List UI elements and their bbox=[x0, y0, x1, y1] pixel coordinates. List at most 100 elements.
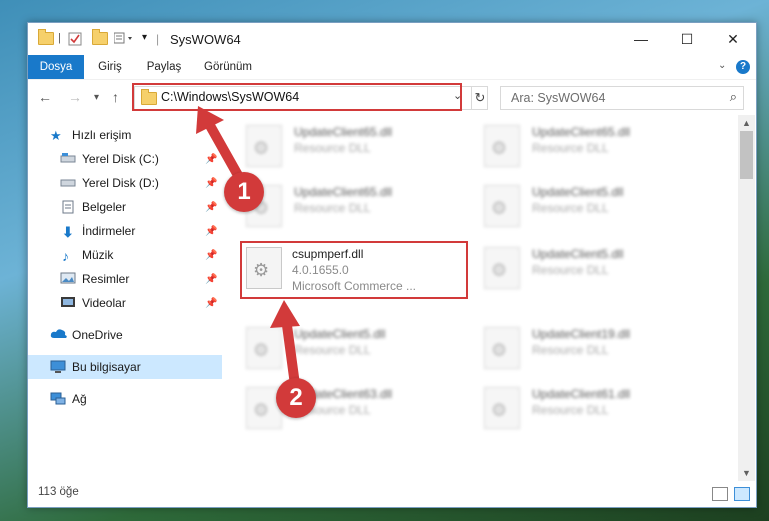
file-description: Resource DLL bbox=[532, 201, 609, 215]
scroll-down-arrow-icon[interactable]: ▼ bbox=[738, 465, 755, 481]
dll-file-icon bbox=[484, 185, 520, 227]
vertical-scrollbar[interactable]: ▲ ▼ bbox=[738, 115, 755, 481]
close-button[interactable]: ✕ bbox=[710, 23, 756, 55]
callout-2: 2 bbox=[276, 378, 316, 418]
scroll-up-arrow-icon[interactable]: ▲ bbox=[738, 115, 755, 131]
download-icon: ⬇ bbox=[62, 224, 74, 240]
drive-icon bbox=[60, 176, 76, 190]
item-count: 113 öğe bbox=[38, 486, 79, 498]
file-item-csupmperf[interactable]: csupmperf.dll 4.0.1655.0 Microsoft Comme… bbox=[240, 241, 468, 299]
file-version: 4.0.1655.0 bbox=[292, 263, 349, 277]
tab-home[interactable]: Giriş bbox=[90, 55, 130, 79]
network-icon bbox=[50, 392, 66, 406]
documents-icon bbox=[62, 200, 78, 214]
forward-button[interactable]: → bbox=[68, 89, 82, 105]
search-placeholder: Ara: SysWOW64 bbox=[511, 91, 606, 105]
pin-icon[interactable]: 📌 bbox=[205, 298, 217, 309]
sidebar-item-label: İndirmeler bbox=[82, 224, 136, 238]
sidebar-item-label: Resimler bbox=[82, 272, 130, 286]
minimize-button[interactable]: — bbox=[618, 23, 664, 55]
sidebar-item-downloads[interactable]: ⬇ İndirmeler 📌 bbox=[28, 219, 222, 243]
file-item[interactable]: UpdateClient5.dll Resource DLL bbox=[480, 241, 700, 297]
file-item[interactable]: UpdateClient65.dll Resource DLL bbox=[242, 179, 462, 235]
file-name: UpdateClient19.dll bbox=[532, 327, 631, 341]
drive-icon bbox=[60, 152, 76, 166]
pin-icon[interactable]: 📌 bbox=[205, 154, 217, 165]
file-item[interactable]: UpdateClient61.dll Resource DLL bbox=[480, 381, 700, 437]
sidebar-item-label: Yerel Disk (D:) bbox=[82, 176, 159, 190]
sidebar-item-pictures[interactable]: Resimler 📌 bbox=[28, 267, 222, 291]
dll-file-icon bbox=[484, 327, 520, 369]
file-item[interactable]: UpdateClient63.dll Resource DLL bbox=[242, 381, 462, 437]
help-button[interactable]: ? bbox=[736, 60, 750, 74]
sidebar-item-music[interactable]: ♪ Müzik 📌 bbox=[28, 243, 222, 267]
file-item[interactable]: UpdateClient5.dll Resource DLL bbox=[242, 321, 462, 377]
navigation-pane: ★ Hızlı erişim Yerel Disk (C:) 📌 Yerel D… bbox=[28, 115, 222, 481]
properties-icon[interactable] bbox=[68, 32, 82, 46]
customize-toolbar-icon[interactable] bbox=[114, 32, 136, 44]
recent-locations-button[interactable]: ▾ bbox=[94, 92, 99, 103]
file-description: Resource DLL bbox=[294, 201, 371, 215]
expand-ribbon-icon[interactable]: ⌄ bbox=[718, 60, 726, 71]
file-description: Resource DLL bbox=[532, 141, 609, 155]
tiles-view-icon[interactable] bbox=[734, 487, 750, 501]
up-button[interactable]: ↑ bbox=[112, 89, 119, 105]
cloud-icon bbox=[50, 328, 67, 342]
folder-icon bbox=[38, 29, 54, 45]
address-highlight-box bbox=[132, 83, 462, 111]
tab-share[interactable]: Paylaş bbox=[140, 55, 188, 79]
sidebar-item-local-disk-c[interactable]: Yerel Disk (C:) 📌 bbox=[28, 147, 222, 171]
video-icon bbox=[60, 296, 76, 310]
file-description: Resource DLL bbox=[294, 343, 371, 357]
sidebar-item-quick-access[interactable]: ★ Hızlı erişim bbox=[28, 123, 222, 147]
pin-icon[interactable]: 📌 bbox=[205, 250, 217, 261]
search-icon[interactable]: ⌕ bbox=[730, 89, 737, 105]
title-bar: | ▾ | SysWOW64 — ☐ ✕ bbox=[28, 23, 756, 55]
star-icon: ★ bbox=[50, 128, 62, 143]
file-description: Resource DLL bbox=[532, 263, 609, 277]
file-description: Resource DLL bbox=[532, 403, 609, 417]
music-icon: ♪ bbox=[62, 248, 69, 264]
search-box[interactable]: Ara: SysWOW64 ⌕ bbox=[500, 86, 744, 110]
details-view-icon[interactable] bbox=[712, 487, 728, 501]
file-item[interactable]: UpdateClient5.dll Resource DLL bbox=[480, 179, 700, 235]
file-name: UpdateClient65.dll bbox=[294, 185, 393, 199]
file-item[interactable]: UpdateClient65.dll Resource DLL bbox=[480, 119, 700, 175]
file-item[interactable]: UpdateClient65.dll Resource DLL bbox=[242, 119, 462, 175]
callout-1: 1 bbox=[224, 172, 264, 212]
pin-icon[interactable]: 📌 bbox=[205, 202, 217, 213]
file-name: csupmperf.dll bbox=[292, 247, 364, 261]
file-name: UpdateClient5.dll bbox=[294, 327, 386, 341]
sidebar-item-local-disk-d[interactable]: Yerel Disk (D:) 📌 bbox=[28, 171, 222, 195]
scroll-thumb[interactable] bbox=[740, 131, 753, 179]
sidebar-item-label: Videolar bbox=[82, 296, 126, 310]
pictures-icon bbox=[60, 272, 76, 286]
dll-file-icon bbox=[246, 327, 282, 369]
back-button[interactable]: ← bbox=[38, 89, 52, 105]
tab-file[interactable]: Dosya bbox=[28, 55, 84, 79]
sidebar-item-this-pc[interactable]: Bu bilgisayar bbox=[28, 355, 222, 379]
sidebar-item-onedrive[interactable]: OneDrive bbox=[28, 323, 222, 347]
maximize-button[interactable]: ☐ bbox=[664, 23, 710, 55]
title-separator: | bbox=[156, 32, 160, 46]
file-list: UpdateClient65.dll Resource DLL UpdateCl… bbox=[236, 115, 738, 481]
sidebar-item-label: Belgeler bbox=[82, 200, 127, 214]
pin-icon[interactable]: 📌 bbox=[205, 178, 217, 189]
file-name: UpdateClient5.dll bbox=[532, 247, 624, 261]
chevron-down-icon[interactable]: ▾ bbox=[142, 32, 147, 43]
pin-icon[interactable]: 📌 bbox=[205, 274, 217, 285]
refresh-button[interactable]: ↻ bbox=[471, 87, 488, 109]
sidebar-item-videos[interactable]: Videolar 📌 bbox=[28, 291, 222, 315]
file-description: Resource DLL bbox=[294, 141, 371, 155]
file-name: UpdateClient61.dll bbox=[532, 387, 631, 401]
sidebar-item-label: Ağ bbox=[72, 392, 87, 406]
sidebar-item-network[interactable]: Ağ bbox=[28, 387, 222, 411]
tab-view[interactable]: Görünüm bbox=[198, 55, 258, 79]
sidebar-item-documents[interactable]: Belgeler 📌 bbox=[28, 195, 222, 219]
file-name: UpdateClient65.dll bbox=[532, 125, 631, 139]
dll-file-icon bbox=[246, 247, 282, 289]
file-item[interactable]: UpdateClient19.dll Resource DLL bbox=[480, 321, 700, 377]
dll-file-icon bbox=[246, 125, 282, 167]
new-folder-icon[interactable] bbox=[92, 29, 108, 45]
pin-icon[interactable]: 📌 bbox=[205, 226, 217, 237]
